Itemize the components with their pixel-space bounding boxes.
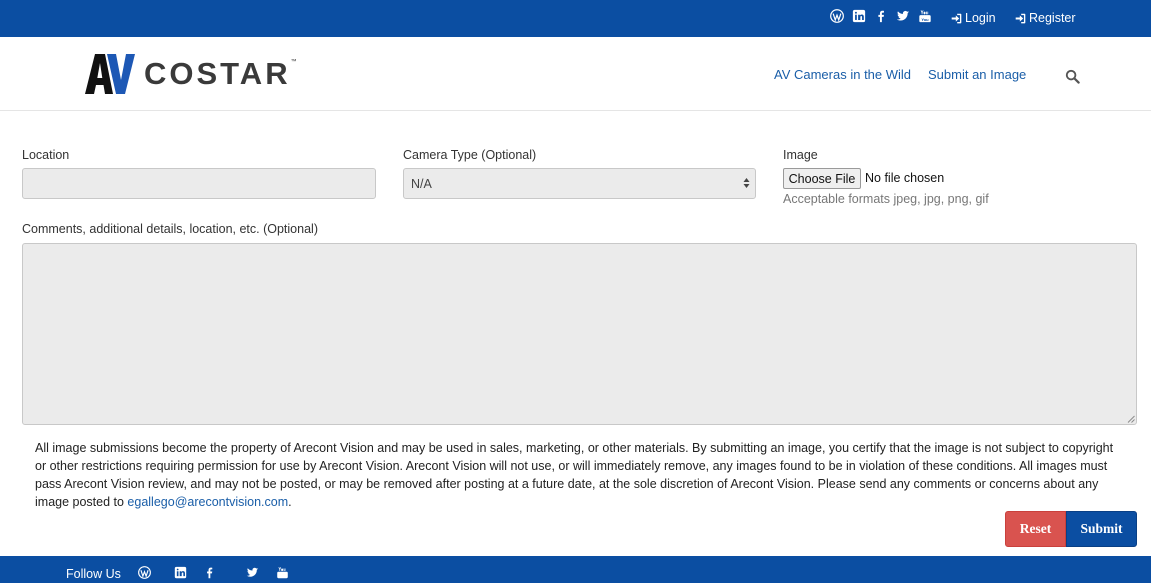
camera-type-value: N/A <box>411 177 432 191</box>
camera-type-label: Camera Type (Optional) <box>403 148 537 162</box>
top-social-icons: You <box>830 9 940 23</box>
twitter-icon[interactable] <box>896 9 910 23</box>
site-footer: Follow Us <box>0 556 1151 583</box>
logo-trademark: ™ <box>290 59 297 65</box>
select-arrows-icon <box>743 178 750 188</box>
register-link[interactable]: Register <box>1015 11 1076 25</box>
facebook-icon[interactable] <box>874 9 888 23</box>
svg-text:You: You <box>921 17 929 22</box>
follow-us-label: Follow Us <box>66 567 121 581</box>
twitter-icon[interactable] <box>246 566 259 579</box>
camera-type-select[interactable]: N/A <box>403 168 756 199</box>
image-format-help: Acceptable formats jpeg, jpg, png, gif <box>783 192 989 206</box>
top-bar: You Login Register <box>0 0 1151 37</box>
facebook-icon[interactable] <box>203 566 216 579</box>
search-icon[interactable] <box>1065 69 1080 84</box>
youtube-icon[interactable]: You <box>918 9 932 23</box>
av-costar-logo[interactable]: COSTAR ™ <box>85 54 297 94</box>
contact-email-link[interactable]: egallego@arecontvision.com <box>127 495 288 509</box>
logo-wordmark: COSTAR <box>144 56 291 91</box>
reset-button[interactable]: Reset <box>1005 511 1066 547</box>
login-link[interactable]: Login <box>951 11 996 25</box>
sign-in-icon <box>951 13 962 23</box>
image-label: Image <box>783 148 818 162</box>
sign-in-icon <box>1015 13 1026 23</box>
file-status: No file chosen <box>865 171 945 185</box>
location-input[interactable] <box>22 168 376 199</box>
comments-textarea[interactable] <box>22 243 1137 425</box>
choose-file-button[interactable]: Choose File <box>783 168 861 189</box>
submission-notice: All image submissions become the propert… <box>35 439 1115 511</box>
nav-submit-an-image[interactable]: Submit an Image <box>928 67 1026 82</box>
resize-grip-icon[interactable] <box>1127 415 1135 423</box>
login-label: Login <box>965 11 996 25</box>
youtube-icon[interactable] <box>276 566 289 579</box>
site-header: COSTAR ™ AV Cameras in the Wild Submit a… <box>0 37 1151 111</box>
linkedin-icon[interactable] <box>852 9 866 23</box>
wordpress-icon[interactable] <box>830 9 844 23</box>
wordpress-icon[interactable] <box>138 566 151 579</box>
location-label: Location <box>22 148 70 162</box>
notice-end: . <box>288 495 292 509</box>
av-logo-mark-icon <box>85 54 135 94</box>
submit-button[interactable]: Submit <box>1066 511 1137 547</box>
register-label: Register <box>1029 11 1076 25</box>
nav-av-cameras-in-the-wild[interactable]: AV Cameras in the Wild <box>774 67 911 82</box>
linkedin-icon[interactable] <box>174 566 187 579</box>
comments-label: Comments, additional details, location, … <box>22 222 318 236</box>
